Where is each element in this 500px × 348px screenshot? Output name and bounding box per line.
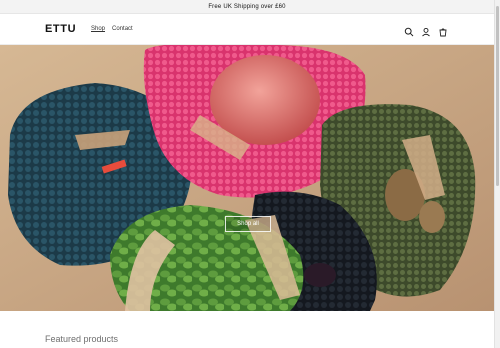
announcement-text: Free UK Shipping over £60	[208, 3, 286, 10]
shop-all-button[interactable]: Shop all	[225, 216, 271, 232]
header-icons	[404, 24, 448, 37]
hero-image	[0, 45, 494, 311]
hero-banner	[0, 45, 494, 311]
cart-icon[interactable]	[438, 24, 448, 37]
nav-item-contact[interactable]: Contact	[112, 26, 133, 32]
search-icon[interactable]	[404, 24, 414, 37]
site-logo[interactable]: ETTU	[45, 23, 76, 35]
announcement-bar: Free UK Shipping over £60	[0, 0, 494, 14]
page-scrollbar[interactable]	[494, 0, 500, 348]
scrollbar-thumb[interactable]	[496, 6, 499, 186]
account-icon[interactable]	[421, 24, 431, 37]
main-nav: Shop Contact	[91, 26, 133, 32]
nav-item-shop[interactable]: Shop	[91, 26, 105, 32]
featured-products-heading: Featured products	[45, 334, 119, 344]
site-header: ETTU Shop Contact	[0, 14, 494, 45]
